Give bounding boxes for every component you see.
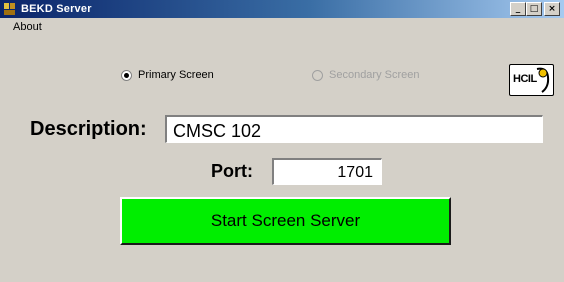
primary-screen-label: Primary Screen (138, 69, 214, 81)
secondary-screen-radio[interactable]: Secondary Screen (312, 69, 420, 81)
maximize-button[interactable]: □ (526, 2, 542, 16)
secondary-screen-label: Secondary Screen (329, 69, 420, 81)
title-bar[interactable]: BEKD Server _ □ × (0, 0, 564, 18)
menu-bar: About (0, 18, 564, 38)
description-input[interactable]: CMSC 102 (165, 115, 543, 143)
start-screen-server-button[interactable]: Start Screen Server (120, 197, 451, 245)
description-label: Description: (30, 118, 147, 140)
radio-checked-icon (121, 69, 132, 81)
hcil-logo: HCIL (509, 64, 554, 96)
minimize-button[interactable]: _ (510, 2, 526, 16)
port-input[interactable]: 1701 (272, 158, 382, 185)
radio-unchecked-icon (312, 69, 323, 81)
window-title: BEKD Server (21, 3, 92, 15)
port-label: Port: (211, 161, 253, 181)
menu-item-about[interactable]: About (13, 21, 42, 33)
close-button[interactable]: × (544, 2, 560, 16)
app-icon[interactable] (3, 2, 17, 16)
logo-text: HCIL (513, 73, 537, 85)
primary-screen-radio[interactable]: Primary Screen (121, 69, 214, 81)
